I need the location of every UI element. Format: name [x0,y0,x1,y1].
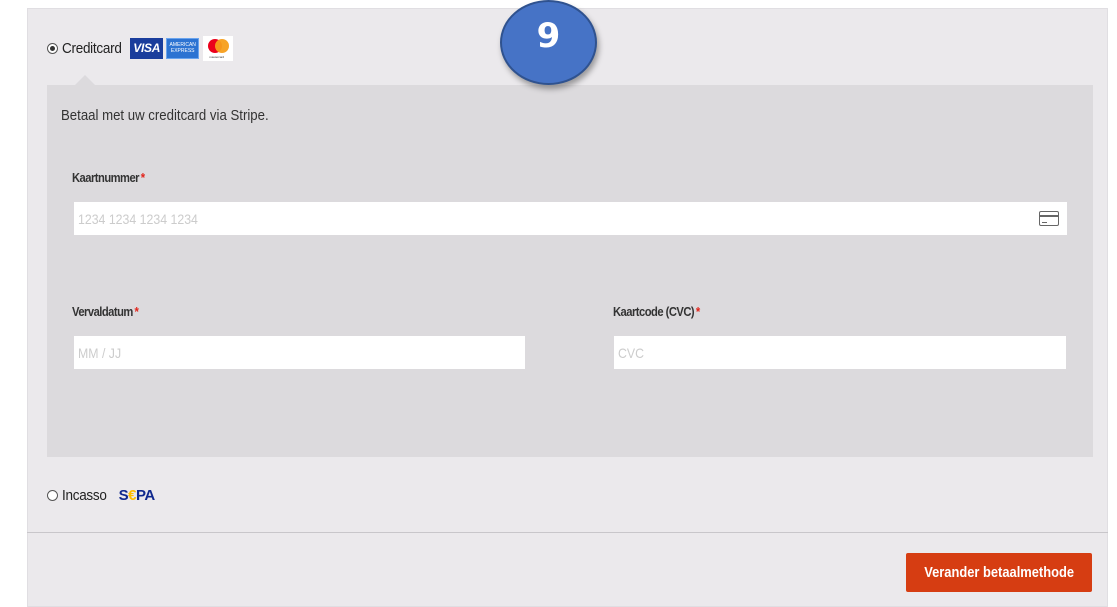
card-number-input[interactable]: 1234 1234 1234 1234 [74,202,1067,235]
amex-logo: AMERICAN EXPRESS [166,37,200,59]
creditcard-intro: Betaal met uw creditcard via Stripe. [61,107,269,124]
creditcard-label[interactable]: Creditcard [62,40,122,57]
creditcard-form: Betaal met uw creditcard via Stripe. Kaa… [47,75,1093,457]
creditcard-option[interactable]: Creditcard VISA AMERICAN EXPRESS masterc… [47,35,234,61]
cvc-placeholder: CVC [618,344,645,361]
mastercard-logo: mastercard [203,35,234,61]
incasso-option[interactable]: Incasso S€PA [47,482,155,508]
card-number-placeholder: 1234 1234 1234 1234 [78,210,198,227]
step-number-badge: 9 [500,0,597,85]
incasso-label[interactable]: Incasso [62,487,107,504]
cvc-input[interactable]: CVC [614,336,1066,369]
cvc-label: Kaartcode (CVC) * [613,304,700,319]
expiry-input[interactable]: MM / JJ [74,336,525,369]
credit-card-icon [1039,211,1059,226]
card-number-label: Kaartnummer * [72,170,145,185]
change-payment-method-button[interactable]: Verander betaalmethode [906,553,1092,592]
creditcard-radio[interactable] [47,42,58,54]
sepa-logo: S€PA [118,486,156,504]
divider [27,532,1108,533]
incasso-radio[interactable] [47,489,58,501]
mastercard-logo-text: mastercard [209,54,225,59]
pointer-arrow [75,75,95,85]
amex-logo-line2: EXPRESS [170,48,195,54]
expiry-label: Vervaldatum * [72,304,139,319]
visa-logo: VISA [130,37,164,59]
expiry-placeholder: MM / JJ [78,344,122,361]
